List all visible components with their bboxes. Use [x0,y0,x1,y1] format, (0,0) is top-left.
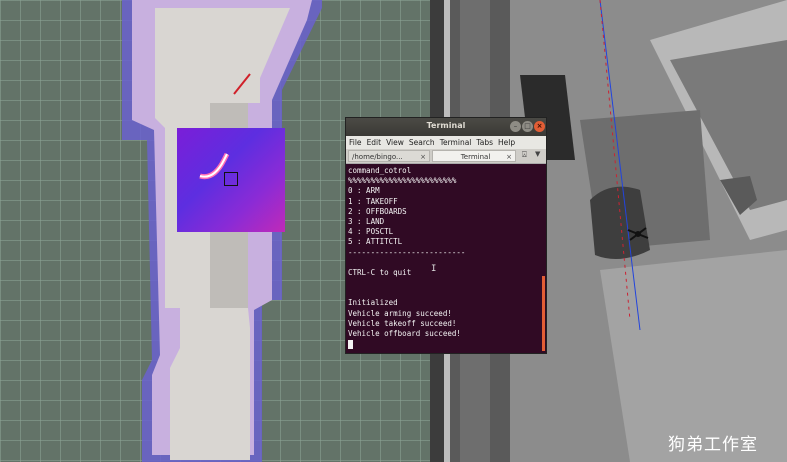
robot-footprint-icon [224,172,238,186]
terminal-line: %%%%%%%%%%%%%%%%%%%%%%%% [348,176,457,186]
terminal-line: 3 : LAND [348,216,385,226]
close-icon[interactable]: × [506,151,512,163]
tab-home-bingo[interactable]: /home/bingo... × [348,150,430,162]
terminal-cursor [348,340,353,350]
close-icon[interactable]: × [534,121,545,132]
terminal-tabbar: /home/bingo... × Terminal × ⍓ ▼ [346,149,546,164]
tab-terminal[interactable]: Terminal × [432,150,516,162]
terminal-output[interactable]: command_cotrol %%%%%%%%%%%%%%%%%%%%%%%% … [346,164,546,353]
terminal-scrollbar[interactable] [542,276,545,351]
maximize-icon[interactable]: □ [522,121,533,132]
terminal-line: CTRL-C to quit [348,267,412,277]
terminal-line: 0 : ARM [348,186,380,196]
terminal-titlebar[interactable]: Terminal – □ × [346,118,546,136]
terminal-line: Vehicle offboard succeed! [348,329,461,338]
menu-help[interactable]: Help [498,138,515,147]
terminal-line: command_cotrol [348,166,412,175]
watermark: 狗弟工作室 [668,435,758,455]
terminal-menubar: File Edit View Search Terminal Tabs Help [346,136,546,149]
costmap-free-space [155,8,290,460]
goal-arrow-icon [233,73,251,95]
menu-edit[interactable]: Edit [367,138,382,147]
tab-label: Terminal [460,153,491,161]
menu-tabs[interactable]: Tabs [476,138,493,147]
menu-search[interactable]: Search [409,138,435,147]
terminal-window[interactable]: Terminal – □ × File Edit View Search Ter… [346,118,546,353]
tab-label: /home/bingo... [352,153,403,161]
menu-file[interactable]: File [349,138,362,147]
menu-terminal[interactable]: Terminal [440,138,472,147]
terminal-line: Vehicle arming succeed! [348,308,452,318]
terminal-line: 1 : TAKEOFF [348,196,398,206]
chevron-down-icon[interactable]: ▼ [535,150,540,158]
terminal-line: 4 : POSCTL [348,227,394,237]
minimize-icon[interactable]: – [510,121,521,132]
terminal-line: 2 : OFFBOARDS [348,206,407,216]
terminal-line: -------------------------- [348,247,466,257]
text-cursor-icon: I [431,264,437,274]
menu-view[interactable]: View [386,138,404,147]
new-tab-icon[interactable]: ⍓ [522,150,527,160]
terminal-line: 5 : ATTITCTL [348,237,403,247]
terminal-line: Vehicle takeoff succeed! [348,318,457,328]
terminal-line: Initialized [348,298,398,308]
close-icon[interactable]: × [420,151,426,163]
